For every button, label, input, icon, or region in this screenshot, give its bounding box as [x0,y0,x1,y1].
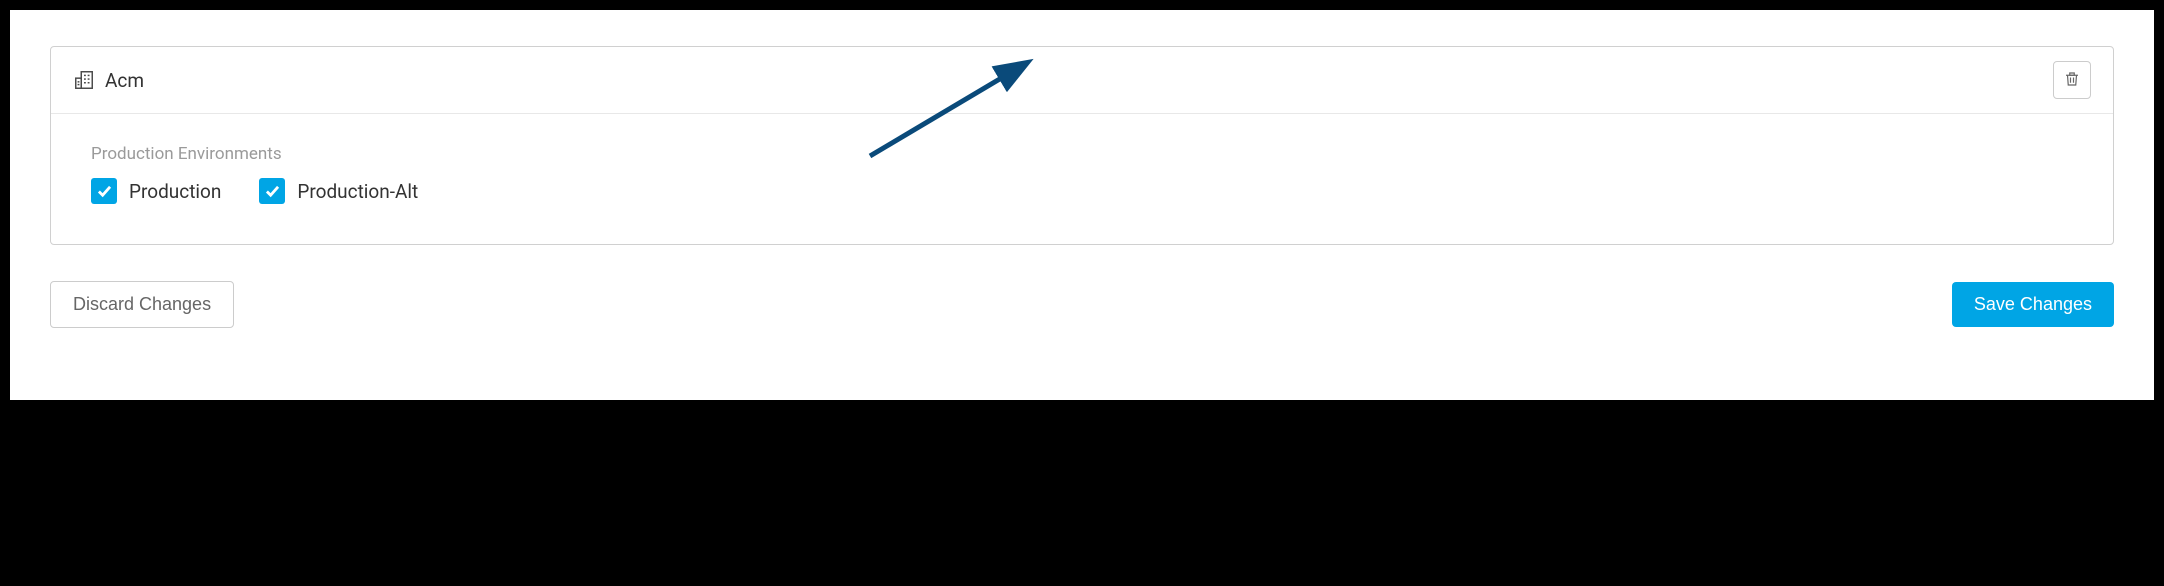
organization-icon [73,69,95,91]
page-container: Acm Production Environments [10,10,2154,400]
environment-checkbox-production-alt[interactable]: Production-Alt [259,178,418,204]
checkbox-checked-icon [91,178,117,204]
checkbox-label: Production-Alt [297,180,418,203]
card-header: Acm [51,47,2113,114]
environment-checkbox-production[interactable]: Production [91,178,221,204]
environment-checkbox-row: Production Production-Alt [91,178,2073,204]
discard-changes-button[interactable]: Discard Changes [50,281,234,328]
actions-row: Discard Changes Save Changes [50,281,2114,328]
trash-icon [2063,69,2081,92]
checkbox-checked-icon [259,178,285,204]
organization-card: Acm Production Environments [50,46,2114,245]
section-label: Production Environments [91,144,2073,164]
checkbox-label: Production [129,180,221,203]
save-changes-button[interactable]: Save Changes [1952,282,2114,327]
delete-button[interactable] [2053,61,2091,99]
card-body: Production Environments Production Produ… [51,114,2113,244]
card-header-left: Acm [73,69,144,92]
card-title: Acm [105,69,144,92]
